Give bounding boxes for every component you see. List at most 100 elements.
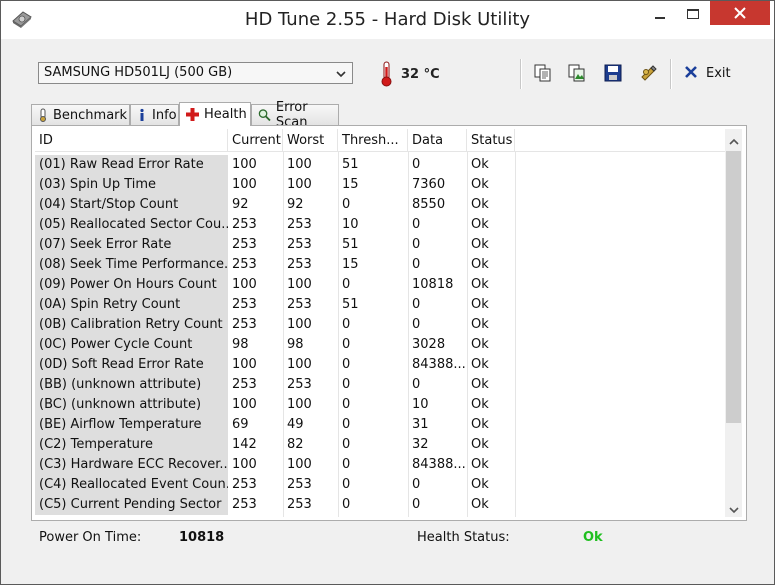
cell-worst: 92 [287,197,304,212]
cell-data: 84388... [412,357,466,372]
column-header-threshold[interactable]: Thresh... [338,129,408,151]
cell-threshold: 51 [342,297,359,312]
cell-status: Ok [471,357,489,372]
cell-worst: 100 [287,277,312,292]
scroll-up-button[interactable] [726,132,741,148]
table-row[interactable]: (03) Spin Up Time 100 100 15 7360 Ok [35,175,725,195]
column-divider [515,151,516,517]
column-header-id[interactable]: ID [35,129,228,151]
cell-threshold: 51 [342,237,359,252]
scroll-down-button[interactable] [726,500,741,516]
drive-dropdown[interactable]: SAMSUNG HD501LJ (500 GB) [38,62,353,84]
column-header-current[interactable]: Current [228,129,283,151]
table-row[interactable]: (0A) Spin Retry Count 253 253 51 0 Ok [35,295,725,315]
cell-worst: 49 [287,417,304,432]
cell-data: 32 [412,437,429,452]
toolbar-separator [520,59,522,89]
tab-info[interactable]: Info [130,104,179,125]
cell-id: (0D) Soft Read Error Rate [35,355,228,375]
table-row[interactable]: (BB) (unknown attribute) 253 253 0 0 Ok [35,375,725,395]
cell-worst: 253 [287,297,312,312]
cell-threshold: 0 [342,477,351,492]
exit-button[interactable]: Exit [684,64,731,82]
cell-id: (BC) (unknown attribute) [35,395,228,415]
cell-current: 253 [232,377,257,392]
table-row[interactable]: (C2) Temperature 142 82 0 32 Ok [35,435,725,455]
column-header-worst[interactable]: Worst [283,129,338,151]
table-row[interactable]: (04) Start/Stop Count 92 92 0 8550 Ok [35,195,725,215]
minimize-icon [655,4,665,23]
toolbar-separator [670,59,672,89]
table-row[interactable]: (0C) Power Cycle Count 98 98 0 3028 Ok [35,335,725,355]
cell-id: (08) Seek Time Performance... [35,255,228,275]
cell-threshold: 0 [342,397,351,412]
table-row[interactable]: (01) Raw Read Error Rate 100 100 51 0 Ok [35,155,725,175]
column-divider [338,151,339,517]
cell-data: 0 [412,477,421,492]
minimize-button[interactable] [645,1,675,25]
cell-threshold: 0 [342,277,351,292]
health-status-value: Ok [583,530,603,545]
cell-threshold: 0 [342,377,351,392]
cell-data: 0 [412,237,421,252]
cell-id: (07) Seek Error Rate [35,235,228,255]
table-row[interactable]: (BE) Airflow Temperature 69 49 0 31 Ok [35,415,725,435]
cell-threshold: 15 [342,177,359,192]
table-row[interactable]: (0B) Calibration Retry Count 253 100 0 0 Ok [35,315,725,335]
table-row[interactable]: (07) Seek Error Rate 253 253 51 0 Ok [35,235,725,255]
cell-id: (C4) Reallocated Event Coun... [35,475,228,495]
benchmark-icon [40,108,46,122]
smart-attributes-table[interactable]: ID Current Worst Thresh... Data Status (… [35,129,725,517]
cell-data: 0 [412,317,421,332]
cell-worst: 253 [287,237,312,252]
table-row[interactable]: (C5) Current Pending Sector 253 253 0 0 Ok [35,495,725,515]
tab-health[interactable]: Health [179,102,251,126]
temperature-readout: 32 °C [401,67,440,82]
cell-data: 7360 [412,177,446,192]
cell-status: Ok [471,477,489,492]
table-row[interactable]: (0D) Soft Read Error Rate 100 100 0 84388...… [35,355,725,375]
cell-data: 10 [412,397,429,412]
cell-worst: 100 [287,177,312,192]
app-window: HD Tune 2.55 - Hard Disk Utility SAMSUNG… [0,0,775,585]
cell-data: 31 [412,417,429,432]
table-row[interactable]: (C3) Hardware ECC Recover... 100 100 0 84388… [35,455,725,475]
health-panel: ID Current Worst Thresh... Data Status (… [31,125,747,521]
table-row[interactable]: (BC) (unknown attribute) 100 100 0 10 Ok [35,395,725,415]
cell-status: Ok [471,437,489,452]
cell-threshold: 0 [342,497,351,512]
maximize-button[interactable] [679,1,707,25]
table-row[interactable]: (09) Power On Hours Count 100 100 0 10818 Ok [35,275,725,295]
table-row[interactable]: (C4) Reallocated Event Coun... 253 253 0 0 Ok [35,475,725,495]
close-icon [734,4,746,23]
maximize-icon [687,4,699,23]
options-icon[interactable] [639,63,659,83]
drive-dropdown-value: SAMSUNG HD501LJ (500 GB) [44,65,233,80]
save-icon[interactable] [603,63,623,83]
cell-id: (04) Start/Stop Count [35,195,228,215]
tab-benchmark[interactable]: Benchmark [31,104,130,125]
cell-id: (C3) Hardware ECC Recover... [35,455,228,475]
cell-data: 10818 [412,277,454,292]
cell-id: (0C) Power Cycle Count [35,335,228,355]
tab-error-scan[interactable]: Error Scan [251,100,339,130]
power-on-time-value: 10818 [179,530,225,545]
cell-status: Ok [471,377,489,392]
cell-data: 0 [412,257,421,272]
table-row[interactable]: (08) Seek Time Performance... 253 253 15 0 Ok [35,255,725,275]
cell-id: (BB) (unknown attribute) [35,375,228,395]
column-header-status[interactable]: Status [467,129,515,151]
table-row[interactable]: (05) Reallocated Sector Cou... 253 253 10 0 O… [35,215,725,235]
scrollbar-thumb[interactable] [726,151,741,423]
vertical-scrollbar[interactable] [725,129,742,517]
cell-status: Ok [471,277,489,292]
cell-threshold: 0 [342,457,351,472]
copy-image-icon[interactable] [567,63,587,83]
cell-worst: 100 [287,317,312,332]
column-header-data[interactable]: Data [408,129,467,151]
cell-status: Ok [471,297,489,312]
cell-status: Ok [471,317,489,332]
copy-text-icon[interactable] [533,63,553,83]
close-button[interactable] [710,1,770,25]
cell-data: 0 [412,377,421,392]
